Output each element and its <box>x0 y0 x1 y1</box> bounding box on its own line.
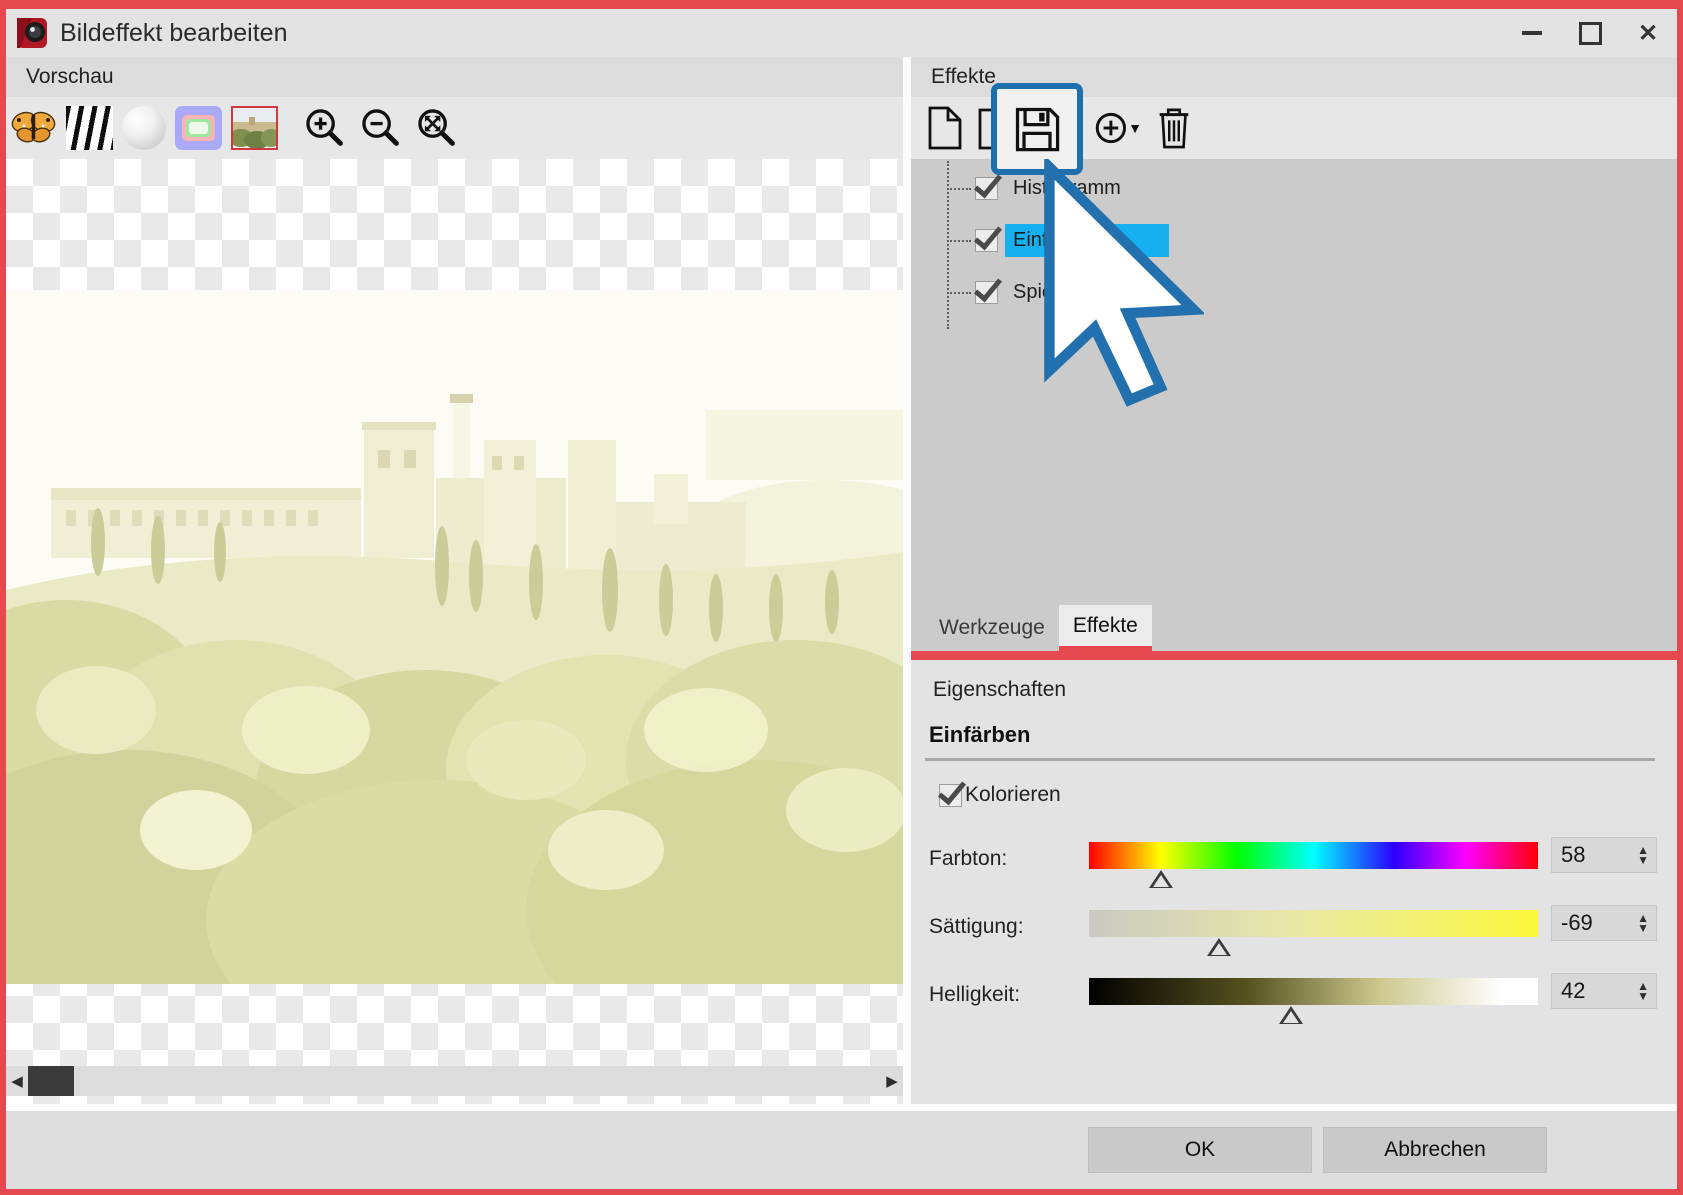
lightness-label: Helligkeit: <box>923 983 1089 1009</box>
minimize-icon <box>1522 31 1542 35</box>
thumbnail-frame[interactable] <box>175 106 222 150</box>
lightness-slider-marker[interactable] <box>1279 1006 1303 1024</box>
effects-list: Histogramm Einfärben Spiegeln <box>911 159 1677 605</box>
effect-label[interactable]: Histogramm <box>1005 172 1129 205</box>
effect-item-spiegeln[interactable]: Spiegeln <box>935 275 1677 309</box>
spin-down-icon[interactable]: ▼ <box>1637 855 1649 865</box>
saturation-value-spinbox[interactable]: -69 ▲ ▼ <box>1551 905 1657 941</box>
trash-icon <box>1153 105 1195 151</box>
hue-spinner[interactable]: ▲ ▼ <box>1637 845 1656 865</box>
cancel-button[interactable]: Abbrechen <box>1323 1127 1547 1173</box>
add-effect-button[interactable]: ▼ <box>1085 103 1149 153</box>
hue-value-spinbox[interactable]: 58 ▲ ▼ <box>1551 837 1657 873</box>
saturation-value[interactable]: -69 <box>1561 910 1593 936</box>
thumbnail-sphere[interactable] <box>122 106 166 150</box>
preview-header: Vorschau <box>6 57 903 97</box>
new-document-icon <box>922 104 966 152</box>
colorize-row[interactable]: Kolorieren <box>939 783 1657 807</box>
horizontal-scrollbar[interactable]: ◀ ▶ <box>6 1066 903 1096</box>
thumbnail-landscape-selected[interactable] <box>231 106 278 150</box>
zoom-fit-button[interactable] <box>415 106 459 150</box>
red-divider <box>911 651 1677 660</box>
tool-tabs: Werkzeuge Effekte <box>911 605 1677 651</box>
effect-checkbox-histogramm[interactable] <box>975 177 998 200</box>
spin-down-icon[interactable]: ▼ <box>1637 923 1649 933</box>
properties-panel: Eigenschaften Einfärben Kolorieren Farbt… <box>911 660 1677 1104</box>
saturation-label: Sättigung: <box>923 915 1089 941</box>
lightness-value[interactable]: 42 <box>1561 978 1585 1004</box>
effect-label-selected[interactable]: Einfärben <box>1005 224 1169 257</box>
window-title: Bildeffekt bearbeiten <box>60 19 287 48</box>
dialog-bildeffekt-bearbeiten: Bildeffekt bearbeiten ✕ Vorschau <box>0 0 1683 1195</box>
saturation-slider-row: Sättigung: -69 ▲ ▼ <box>923 905 1657 941</box>
butterfly-icon <box>10 106 57 150</box>
effects-panel: Effekte <box>911 57 1677 1104</box>
saturation-spinner[interactable]: ▲ ▼ <box>1637 913 1656 933</box>
lightness-slider-track[interactable] <box>1089 978 1538 1005</box>
close-button[interactable]: ✕ <box>1619 9 1677 57</box>
effects-toolbar: ▼ <box>911 97 1677 159</box>
effect-checkbox-einfaerben[interactable] <box>975 229 998 252</box>
lightness-value-spinbox[interactable]: 42 ▲ ▼ <box>1551 973 1657 1009</box>
saturation-slider-marker[interactable] <box>1207 938 1231 956</box>
zoom-in-button[interactable] <box>303 106 347 150</box>
effect-label[interactable]: Spiegeln <box>1005 276 1099 309</box>
zoom-out-icon <box>359 106 403 150</box>
zoom-in-icon <box>303 106 347 150</box>
delete-effect-button[interactable] <box>1149 103 1199 153</box>
hue-slider-marker[interactable] <box>1149 870 1173 888</box>
tab-effekte[interactable]: Effekte <box>1059 605 1152 651</box>
maximize-button[interactable] <box>1561 9 1619 57</box>
effect-item-einfaerben[interactable]: Einfärben <box>935 223 1677 257</box>
preview-image-alhambra <box>6 290 903 984</box>
add-dropdown-icon[interactable]: ▼ <box>1128 120 1142 136</box>
preview-panel: Vorschau <box>6 57 903 1104</box>
saturation-slider-track[interactable] <box>1089 910 1538 937</box>
minimize-button[interactable] <box>1503 9 1561 57</box>
scrollbar-thumb[interactable] <box>28 1066 74 1096</box>
hue-value[interactable]: 58 <box>1561 842 1585 868</box>
scroll-right-icon[interactable]: ▶ <box>881 1072 903 1090</box>
save-effect-list-button[interactable] <box>991 83 1083 175</box>
properties-header: Eigenschaften <box>923 670 1657 720</box>
effect-checkbox-spiegeln[interactable] <box>975 281 998 304</box>
thumbnail-zebra[interactable] <box>66 106 113 150</box>
lightness-spinner[interactable]: ▲ ▼ <box>1637 981 1656 1001</box>
close-icon: ✕ <box>1638 19 1658 48</box>
scroll-left-icon[interactable]: ◀ <box>6 1072 28 1090</box>
colorize-label: Kolorieren <box>965 783 1061 807</box>
colorize-checkbox[interactable] <box>939 784 962 807</box>
thumbnail-butterfly[interactable] <box>10 106 57 150</box>
zoom-fit-icon <box>415 106 459 150</box>
hue-slider-track[interactable] <box>1089 842 1538 869</box>
app-icon <box>16 17 48 49</box>
hue-slider-row: Farbton: 58 ▲ ▼ <box>923 837 1657 873</box>
panel-separator <box>903 57 911 1104</box>
spin-down-icon[interactable]: ▼ <box>1637 991 1649 1001</box>
effect-item-histogramm[interactable]: Histogramm <box>935 171 1677 205</box>
preview-toolbar <box>6 97 903 159</box>
zoom-out-button[interactable] <box>359 106 403 150</box>
title-bar: Bildeffekt bearbeiten ✕ <box>6 9 1677 57</box>
save-floppy-icon <box>1011 103 1063 155</box>
ok-button[interactable]: OK <box>1088 1127 1312 1173</box>
maximize-icon <box>1579 22 1602 45</box>
dialog-footer: OK Abbrechen <box>6 1104 1677 1189</box>
new-effect-list-button[interactable] <box>919 103 969 153</box>
landscape-thumb-icon <box>233 108 276 148</box>
lightness-slider-row: Helligkeit: 42 ▲ ▼ <box>923 973 1657 1009</box>
preview-canvas[interactable]: ◀ ▶ <box>6 159 903 1104</box>
effect-title: Einfärben <box>925 720 1655 761</box>
hue-label: Farbton: <box>923 847 1089 873</box>
tab-werkzeuge[interactable]: Werkzeuge <box>925 605 1059 651</box>
